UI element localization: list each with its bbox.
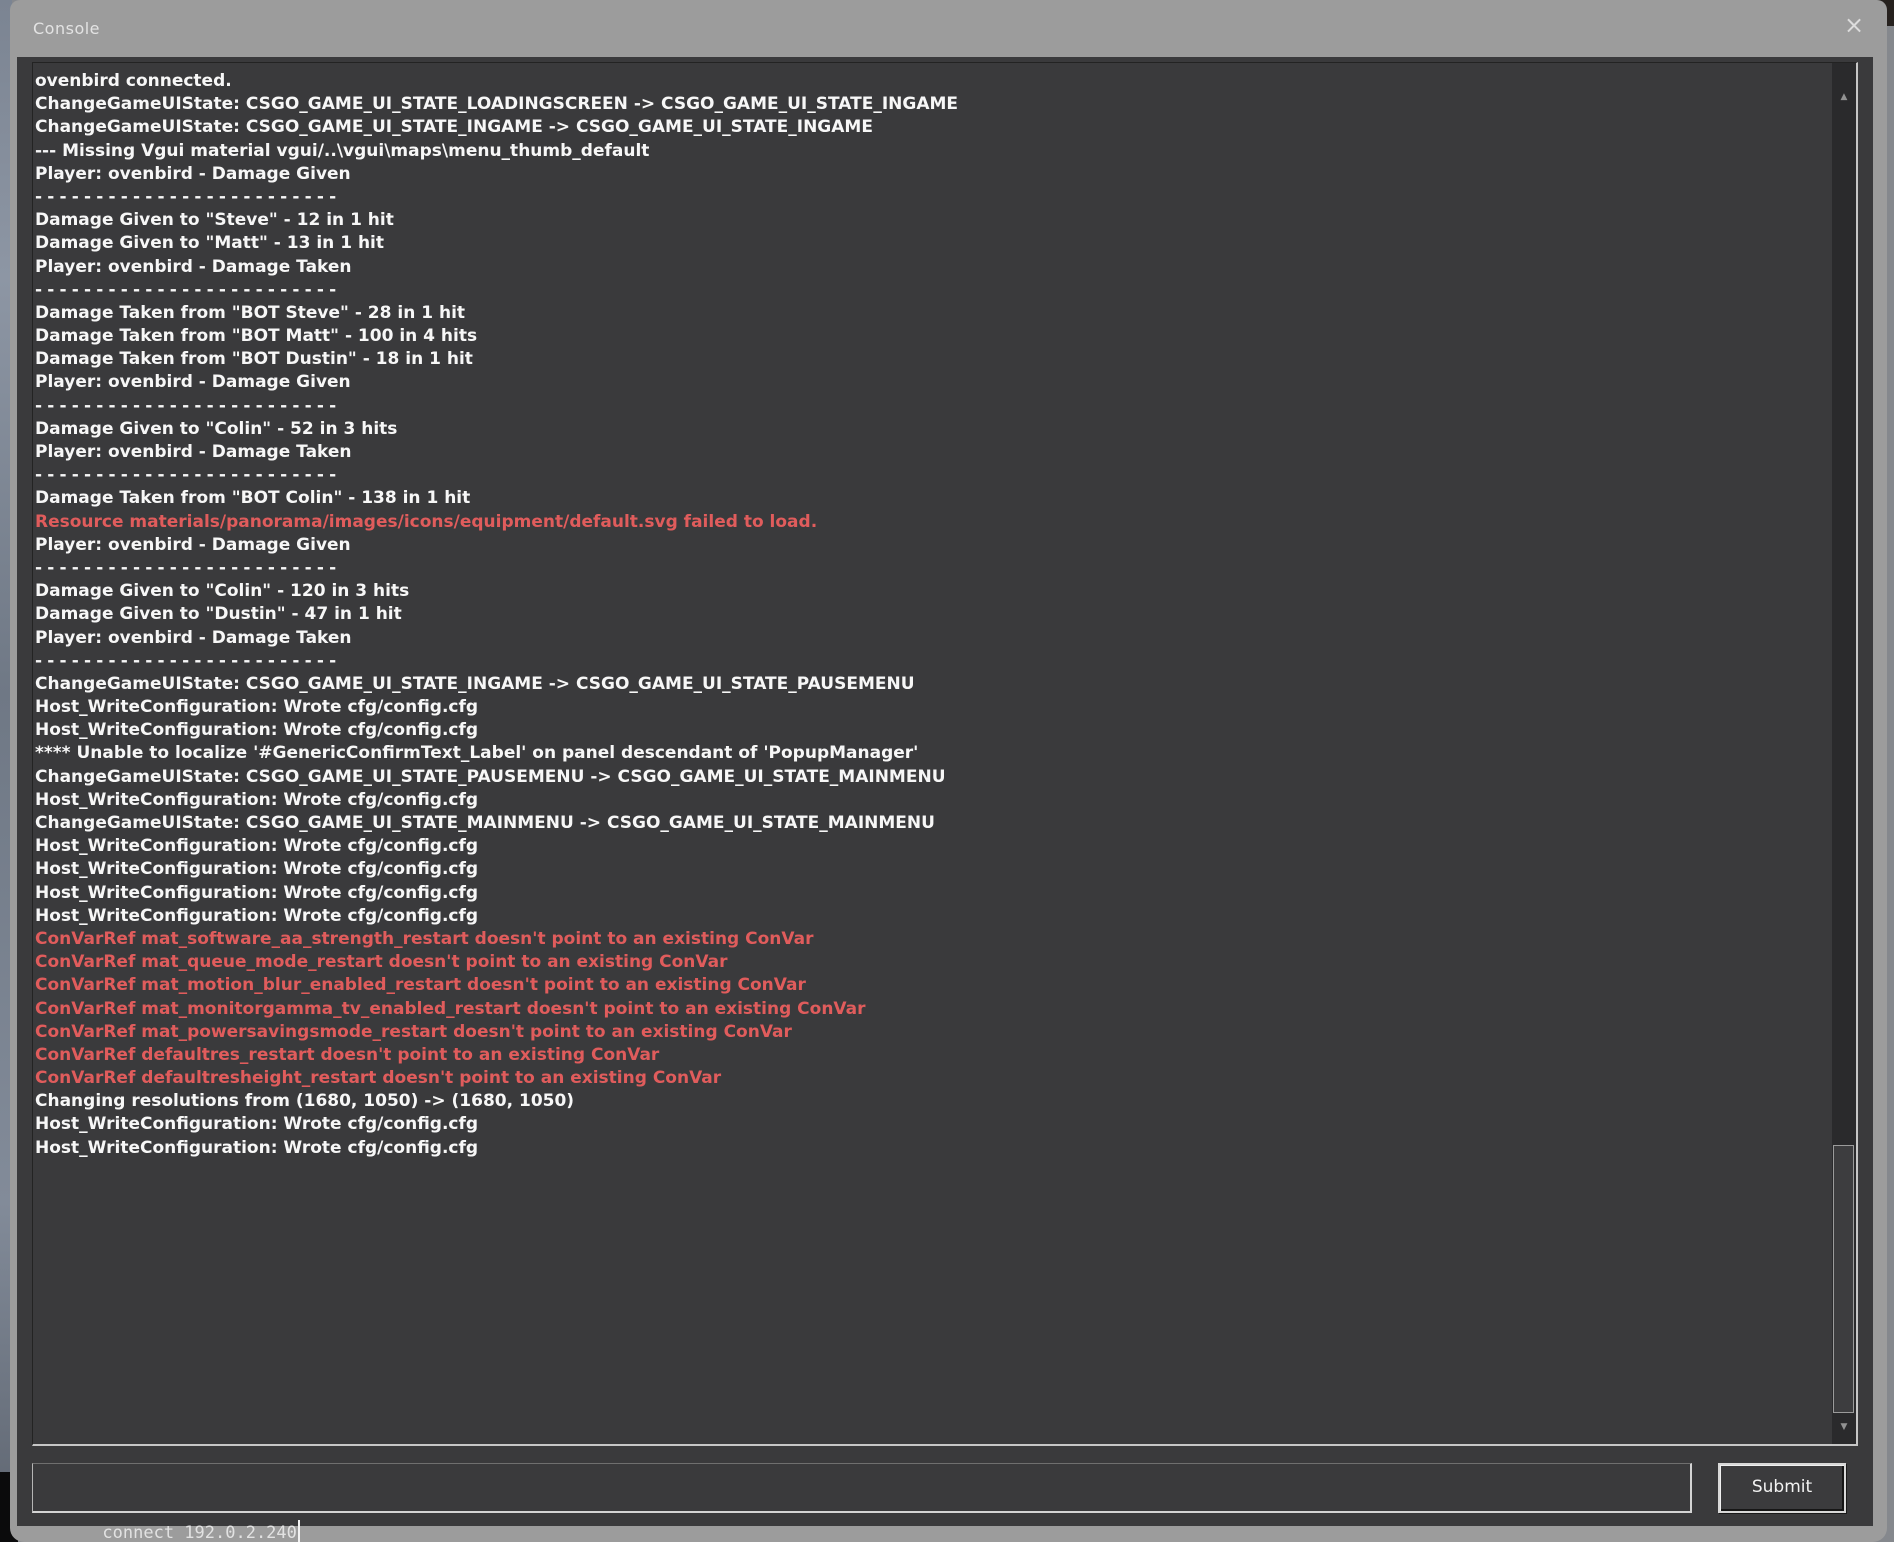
text-caret — [298, 1520, 300, 1542]
console-line: ChangeGameUIState: CSGO_GAME_UI_STATE_IN… — [35, 116, 1828, 139]
console-line: Player: ovenbird - Damage Taken — [35, 441, 1828, 464]
console-line: Player: ovenbird - Damage Taken — [35, 256, 1828, 279]
console-output: ovenbird connected.ChangeGameUIState: CS… — [32, 62, 1858, 1446]
console-line: Player: ovenbird - Damage Given — [35, 371, 1828, 394]
console-line: ConVarRef mat_powersavingsmode_restart d… — [35, 1021, 1828, 1044]
window-body: ovenbird connected.ChangeGameUIState: CS… — [17, 57, 1873, 1526]
title-bar[interactable]: Console × — [10, 0, 1887, 57]
console-line: Player: ovenbird - Damage Given — [35, 534, 1828, 557]
command-input[interactable]: connect 192.0.2.240 — [32, 1463, 1692, 1513]
console-line: Damage Taken from "BOT Dustin" - 18 in 1… — [35, 348, 1828, 371]
console-line: ------------------------- — [35, 186, 1828, 209]
console-line: ConVarRef mat_motion_blur_enabled_restar… — [35, 974, 1828, 997]
console-line: Host_WriteConfiguration: Wrote cfg/confi… — [35, 696, 1828, 719]
window-title: Console — [33, 19, 100, 38]
console-line: Host_WriteConfiguration: Wrote cfg/confi… — [35, 835, 1828, 858]
submit-button[interactable]: Submit — [1718, 1463, 1846, 1513]
console-line: ------------------------- — [35, 557, 1828, 580]
console-line: Host_WriteConfiguration: Wrote cfg/confi… — [35, 905, 1828, 928]
console-line: ovenbird connected. — [35, 70, 1828, 93]
scrollbar[interactable]: ▲ ▼ — [1832, 63, 1856, 1444]
console-line: Damage Taken from "BOT Matt" - 100 in 4 … — [35, 325, 1828, 348]
console-line: Damage Given to "Colin" - 52 in 3 hits — [35, 418, 1828, 441]
console-line: ConVarRef mat_software_aa_strength_resta… — [35, 928, 1828, 951]
console-line: Host_WriteConfiguration: Wrote cfg/confi… — [35, 789, 1828, 812]
console-line: Damage Taken from "BOT Steve" - 28 in 1 … — [35, 302, 1828, 325]
console-line: **** Unable to localize '#GenericConfirm… — [35, 742, 1828, 765]
console-line: ------------------------- — [35, 395, 1828, 418]
console-line: ConVarRef mat_monitorgamma_tv_enabled_re… — [35, 998, 1828, 1021]
console-line: ChangeGameUIState: CSGO_GAME_UI_STATE_LO… — [35, 93, 1828, 116]
console-line: --- Missing Vgui material vgui/..\vgui\m… — [35, 140, 1828, 163]
console-window: Console × ovenbird connected.ChangeGameU… — [10, 0, 1887, 1542]
console-line: Host_WriteConfiguration: Wrote cfg/confi… — [35, 719, 1828, 742]
console-line: ChangeGameUIState: CSGO_GAME_UI_STATE_PA… — [35, 766, 1828, 789]
console-line: Damage Given to "Colin" - 120 in 3 hits — [35, 580, 1828, 603]
console-line: ConVarRef defaultres_restart doesn't poi… — [35, 1044, 1828, 1067]
console-line: Player: ovenbird - Damage Taken — [35, 627, 1828, 650]
console-line: Host_WriteConfiguration: Wrote cfg/confi… — [35, 858, 1828, 881]
console-line: ChangeGameUIState: CSGO_GAME_UI_STATE_IN… — [35, 673, 1828, 696]
console-line: Host_WriteConfiguration: Wrote cfg/confi… — [35, 1113, 1828, 1136]
submit-button-label: Submit — [1752, 1477, 1812, 1497]
console-line: ChangeGameUIState: CSGO_GAME_UI_STATE_MA… — [35, 812, 1828, 835]
console-line: Damage Given to "Dustin" - 47 in 1 hit — [35, 603, 1828, 626]
scroll-up-arrow-icon[interactable]: ▲ — [1832, 89, 1856, 105]
scrollbar-thumb[interactable] — [1833, 1145, 1854, 1413]
scroll-down-arrow-icon[interactable]: ▼ — [1832, 1419, 1856, 1435]
command-input-value: connect 192.0.2.240 — [102, 1523, 296, 1542]
console-line: ------------------------- — [35, 464, 1828, 487]
console-line: ConVarRef defaultresheight_restart doesn… — [35, 1067, 1828, 1090]
console-line: ------------------------- — [35, 650, 1828, 673]
console-line: Resource materials/panorama/images/icons… — [35, 511, 1828, 534]
console-line: Host_WriteConfiguration: Wrote cfg/confi… — [35, 882, 1828, 905]
console-line: ConVarRef mat_queue_mode_restart doesn't… — [35, 951, 1828, 974]
console-line: Damage Taken from "BOT Colin" - 138 in 1… — [35, 487, 1828, 510]
console-line: Changing resolutions from (1680, 1050) -… — [35, 1090, 1828, 1113]
console-line: Host_WriteConfiguration: Wrote cfg/confi… — [35, 1137, 1828, 1160]
console-line: Player: ovenbird - Damage Given — [35, 163, 1828, 186]
console-line: Damage Given to "Matt" - 13 in 1 hit — [35, 232, 1828, 255]
console-line: Damage Given to "Steve" - 12 in 1 hit — [35, 209, 1828, 232]
console-line: ------------------------- — [35, 279, 1828, 302]
close-icon[interactable]: × — [1841, 12, 1867, 38]
console-lines: ovenbird connected.ChangeGameUIState: CS… — [35, 70, 1828, 1160]
